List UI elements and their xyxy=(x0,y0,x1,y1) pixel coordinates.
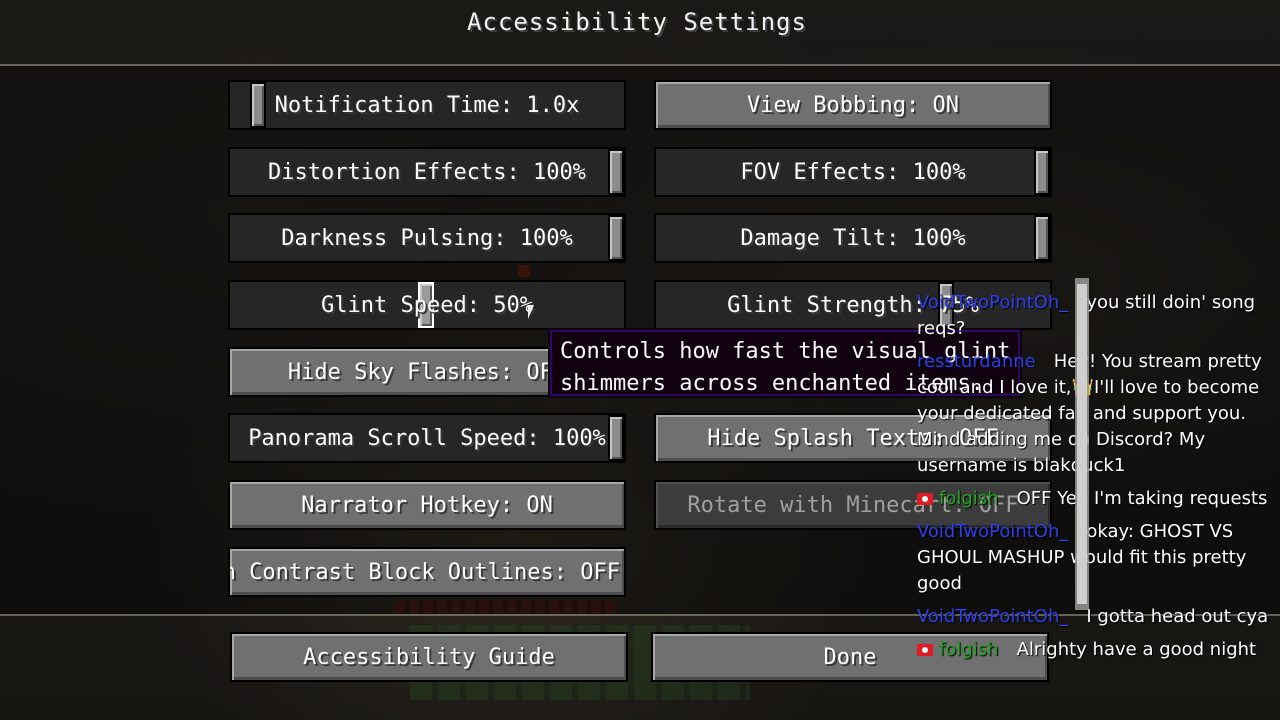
glint-speed-slider[interactable]: Glint Speed: 50% xyxy=(228,280,626,330)
slider-label: Glint Speed: 50% xyxy=(321,292,533,318)
damage-tilt-slider[interactable]: Damage Tilt: 100% xyxy=(654,213,1052,263)
narrator-hotkey-button[interactable]: Narrator Hotkey: ON xyxy=(228,480,626,530)
slider-label: Distortion Effects: 100% xyxy=(268,159,586,185)
slider-label: FOV Effects: 100% xyxy=(740,159,966,185)
slider-handle[interactable] xyxy=(1034,149,1050,195)
view-bobbing-button[interactable]: View Bobbing: ON xyxy=(654,80,1052,130)
chat-message: folgish Alrighty have a good night xyxy=(917,637,1279,663)
chat-username: VoidTwoPointOh_ xyxy=(917,292,1069,313)
chat-message: folgish OFF Yep I'm taking requests xyxy=(917,486,1279,512)
mouse-cursor-icon xyxy=(528,305,540,319)
slider-handle[interactable] xyxy=(250,82,266,128)
chat-username: folgish xyxy=(939,639,999,660)
fov-effects-slider[interactable]: FOV Effects: 100% xyxy=(654,147,1052,197)
chat-text: OFF Yep I'm taking requests xyxy=(1016,488,1268,509)
darkness-pulsing-slider[interactable]: Darkness Pulsing: 100% xyxy=(228,213,626,263)
slider-label: Notification Time: 1.0x xyxy=(274,92,580,118)
chat-message: VoidTwoPointOh_ okay: GHOST VS GHOUL MASH… xyxy=(917,519,1279,597)
high-contrast-outlines-button[interactable]: High Contrast Block Outlines: OFF xyxy=(228,547,626,597)
chat-message: VoidTwoPointOh_ I gotta head out cya xyxy=(917,604,1279,630)
slider-handle[interactable] xyxy=(608,149,624,195)
camera-icon xyxy=(917,493,933,505)
slider-handle[interactable] xyxy=(1034,215,1050,261)
page-title: Accessibility Settings xyxy=(467,8,807,36)
chat-scrollbar-thumb[interactable] xyxy=(1077,284,1087,604)
chat-username: ressturdanne xyxy=(917,351,1036,372)
slider-handle[interactable] xyxy=(608,215,624,261)
slider-handle[interactable] xyxy=(608,415,624,461)
distortion-effects-slider[interactable]: Distortion Effects: 100% xyxy=(228,147,626,197)
notification-time-slider[interactable]: Notification Time: 1.0x xyxy=(228,80,626,130)
chat-text: I gotta head out cya xyxy=(1086,606,1269,627)
header-divider xyxy=(0,64,1280,66)
chat-username: VoidTwoPointOh_ xyxy=(917,521,1069,542)
slider-label: Panorama Scroll Speed: 100% xyxy=(248,425,606,451)
panorama-scroll-speed-slider[interactable]: Panorama Scroll Speed: 100% xyxy=(228,413,626,463)
accessibility-guide-button[interactable]: Accessibility Guide xyxy=(230,632,628,682)
camera-icon xyxy=(917,644,933,656)
stream-chat-overlay: VoidTwoPointOh_ you still doin' song reqs… xyxy=(917,290,1279,670)
chat-username: VoidTwoPointOh_ xyxy=(917,606,1069,627)
chat-message: VoidTwoPointOh_ you still doin' song reqs… xyxy=(917,290,1279,342)
slider-label: Darkness Pulsing: 100% xyxy=(281,225,573,251)
chat-username: folgish xyxy=(939,488,999,509)
slider-label: Damage Tilt: 100% xyxy=(740,225,966,251)
chat-message: ressturdanne Hey! You stream pretty cool … xyxy=(917,349,1279,479)
chat-text: Alrighty have a good night xyxy=(1016,639,1257,660)
